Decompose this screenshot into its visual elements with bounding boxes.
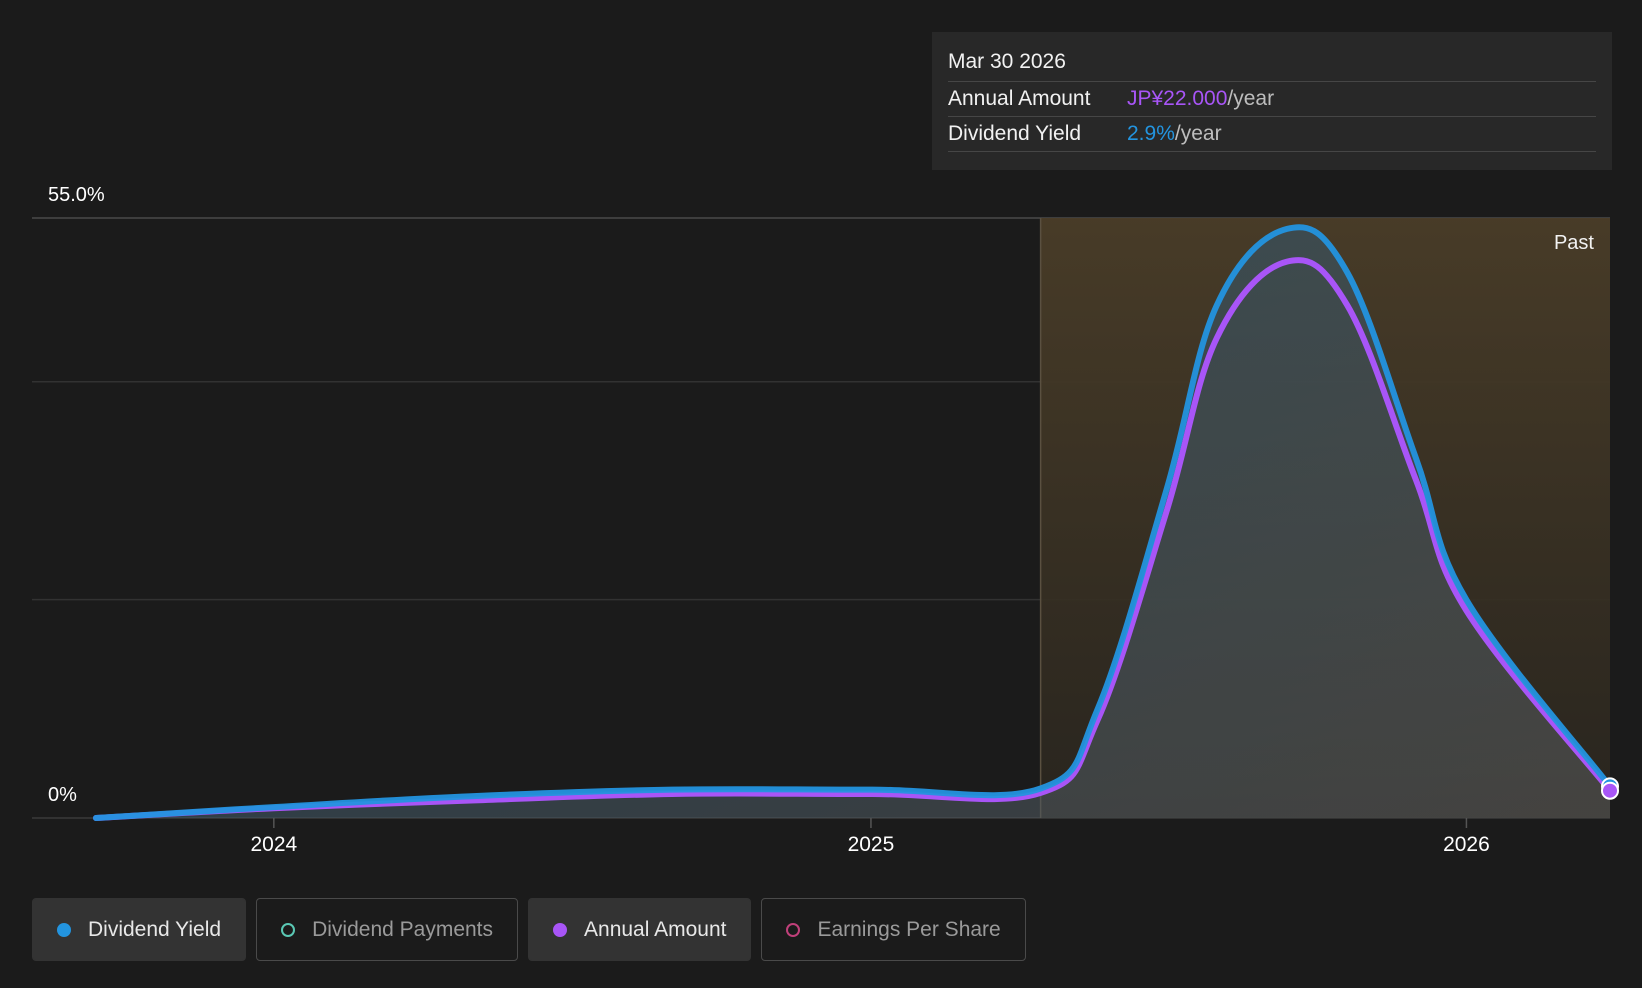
tooltip-label: Dividend Yield [948, 122, 1082, 145]
x-tick-label: 2025 [848, 833, 895, 856]
legend: Dividend Yield Dividend Payments Annual … [32, 898, 1026, 961]
tooltip-label: Annual Amount [948, 87, 1091, 110]
tooltip-row-annual-amount: Annual Amount JP¥22.000 /year [948, 82, 1596, 117]
annual-amount-end-marker [1601, 781, 1619, 800]
past-label: Past [1554, 232, 1594, 254]
tooltip-suffix: /year [1174, 122, 1222, 145]
x-axis-ticks: 2024 2025 2026 [250, 818, 1490, 856]
legend-earnings-per-share-button[interactable]: Earnings Per Share [761, 898, 1026, 961]
y-axis-top-label: 55.0% [48, 184, 105, 206]
y-axis-bottom-label: 0% [48, 784, 77, 806]
legend-label: Earnings Per Share [817, 917, 1001, 941]
legend-dividend-payments-button[interactable]: Dividend Payments [256, 898, 519, 961]
tooltip-row-dividend-yield: Dividend Yield 2.9% /year [948, 117, 1596, 152]
end-markers [1601, 777, 1619, 800]
hollow-dot-icon [281, 922, 296, 937]
legend-label: Annual Amount [584, 917, 727, 941]
x-tick-label: 2024 [250, 833, 297, 856]
tooltip-value: JP¥22.000 [1127, 87, 1228, 110]
filled-dot-icon [553, 922, 568, 937]
legend-label: Dividend Payments [312, 917, 494, 941]
legend-annual-amount-button[interactable]: Annual Amount [528, 898, 752, 961]
hollow-dot-icon [786, 922, 801, 937]
tooltip-suffix: /year [1227, 87, 1275, 110]
x-tick-label: 2026 [1443, 833, 1490, 856]
legend-label: Dividend Yield [88, 917, 222, 941]
hover-tooltip: Mar 30 2026 Annual Amount JP¥22.000 /yea… [932, 32, 1612, 170]
filled-dot-icon [57, 922, 71, 937]
tooltip-date: Mar 30 2026 [948, 46, 1596, 82]
legend-dividend-yield-button[interactable]: Dividend Yield [32, 898, 247, 961]
tooltip-value: 2.9% [1127, 122, 1175, 145]
